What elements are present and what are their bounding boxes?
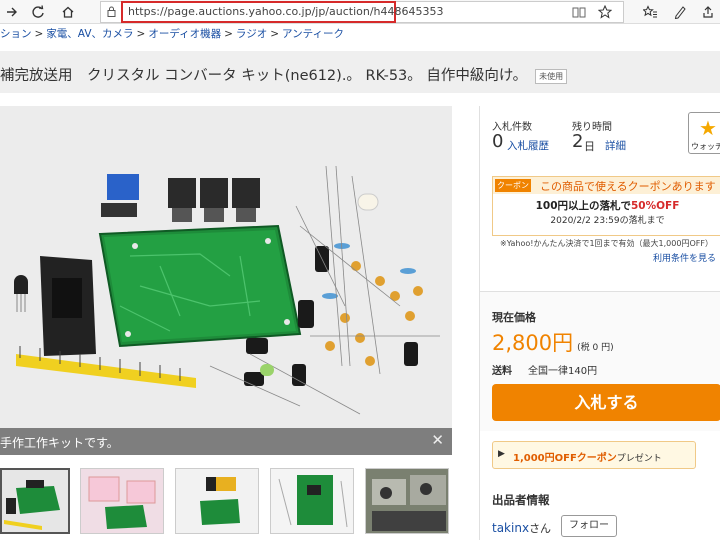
breadcrumb: ション > 家電、AV、カメラ > オーディオ機器 > ラジオ > アンティーク xyxy=(0,26,720,46)
breadcrumb-separator: > xyxy=(136,28,146,40)
time-left-value: 2 xyxy=(572,131,584,152)
forward-arrow-icon[interactable] xyxy=(2,2,22,22)
bid-button[interactable]: 入札する xyxy=(492,384,720,421)
thumbnail[interactable] xyxy=(365,468,449,534)
watch-label: ウォッチ xyxy=(691,142,720,151)
thumbnail[interactable] xyxy=(270,468,354,534)
bid-count: 0 xyxy=(492,131,504,152)
coupon-present-suffix: プレゼント xyxy=(616,454,662,464)
condition-badge: 未使用 xyxy=(535,68,568,84)
thumbnail[interactable] xyxy=(175,468,259,534)
image-caption: 手作工作キットです。 xyxy=(0,436,119,450)
breadcrumb-separator: > xyxy=(34,28,44,40)
follow-button[interactable]: フォロー xyxy=(561,515,617,537)
right-panel: 入札件数 0 入札履歴 残り時間 2 日 詳細 ★ ウォッチ クーポン この商品… xyxy=(479,106,720,540)
image-caption-bar: 手作工作キットです。 ✕ xyxy=(0,428,452,455)
breadcrumb-item[interactable]: 家電、AV、カメラ xyxy=(46,28,133,40)
coupon-header: クーポン この商品で使えるクーポンあります xyxy=(493,177,720,194)
favorites-list-icon[interactable] xyxy=(640,2,660,22)
title-band: 補完放送用 クリスタル コンバータ キット(ne612).。 RK-53。 自作… xyxy=(0,51,720,93)
coupon-present-text: 1,000円OFFクーポンプレゼント xyxy=(513,449,662,464)
price-area: 現在価格 2,800円 (税 0 円) 送料 全国一律140円 入札する xyxy=(480,291,720,431)
breadcrumb-separator: > xyxy=(224,28,233,40)
pen-icon[interactable] xyxy=(670,2,690,22)
main-product-image[interactable]: 手作工作キットです。 ✕ xyxy=(0,106,452,455)
favorite-star-icon[interactable] xyxy=(595,2,615,22)
time-detail-link[interactable]: 詳細 xyxy=(605,138,626,153)
coupon-box: クーポン この商品で使えるクーポンあります 100円以上の落札で50%OFF 2… xyxy=(492,176,720,236)
title-text: 補完放送用 クリスタル コンバータ キット(ne612).。 RK-53。 自作… xyxy=(0,68,528,84)
refresh-icon[interactable] xyxy=(28,2,48,22)
price-tax: (税 0 円) xyxy=(577,343,614,353)
coupon-terms-link[interactable]: 利用条件を見る xyxy=(653,251,716,264)
triangle-right-icon: ▶ xyxy=(498,449,505,459)
browser-toolbar: https://page.auctions.yahoo.co.jp/jp/auc… xyxy=(0,0,720,24)
current-price: 2,800円 (税 0 円) xyxy=(492,327,614,357)
breadcrumb-item[interactable]: オーディオ機器 xyxy=(148,28,221,40)
coupon-present-highlight: 1,000円OFFクーポン xyxy=(513,453,617,464)
breadcrumb-item[interactable]: ション xyxy=(0,28,32,40)
page-title: 補完放送用 クリスタル コンバータ キット(ne612).。 RK-53。 自作… xyxy=(0,64,568,85)
coupon-note: ※Yahoo!かんたん決済で1回まで有効（最大1,000円OFF） xyxy=(500,239,713,248)
coupon-tag: クーポン xyxy=(495,179,531,192)
time-left-unit: 日 xyxy=(584,140,595,153)
breadcrumb-item[interactable]: アンティーク xyxy=(282,28,344,40)
thumbnail[interactable] xyxy=(0,468,70,534)
close-icon[interactable]: ✕ xyxy=(431,431,444,449)
breadcrumb-separator: > xyxy=(270,28,280,40)
coupon-condition: 100円以上の落札で50%OFF xyxy=(493,198,720,213)
product-photo xyxy=(0,106,452,455)
coupon-deadline: 2020/2/2 23:59の落札まで xyxy=(550,216,665,226)
coupon-heading: この商品で使えるクーポンあります xyxy=(540,180,716,193)
seller-name-link[interactable]: takinx xyxy=(492,521,529,535)
shipping-label: 送料 xyxy=(492,366,512,377)
coupon-discount: 50%OFF xyxy=(631,200,680,212)
bid-history-link[interactable]: 入札履歴 xyxy=(507,138,549,153)
lock-icon xyxy=(107,6,116,17)
seller-name: takinxさん xyxy=(492,520,551,536)
reading-view-icon[interactable] xyxy=(569,2,589,22)
star-icon: ★ xyxy=(699,116,717,140)
coupon-condition-text: 100円以上の落札で xyxy=(535,200,631,212)
url-text[interactable]: https://page.auctions.yahoo.co.jp/jp/auc… xyxy=(128,5,444,18)
address-bar[interactable]: https://page.auctions.yahoo.co.jp/jp/auc… xyxy=(100,1,624,23)
home-icon[interactable] xyxy=(58,2,78,22)
watch-button[interactable]: ★ ウォッチ xyxy=(688,112,720,154)
seller-heading: 出品者情報 xyxy=(492,493,550,507)
thumbnail[interactable] xyxy=(80,468,164,534)
share-icon[interactable] xyxy=(698,2,718,22)
price-label: 現在価格 xyxy=(492,311,536,324)
seller-honorific: さん xyxy=(529,522,552,535)
breadcrumb-item[interactable]: ラジオ xyxy=(236,28,267,40)
shipping-value: 全国一律140円 xyxy=(528,366,598,377)
coupon-present-button[interactable]: ▶ 1,000円OFFクーポンプレゼント xyxy=(492,441,696,469)
price-value: 2,800円 xyxy=(492,331,574,355)
